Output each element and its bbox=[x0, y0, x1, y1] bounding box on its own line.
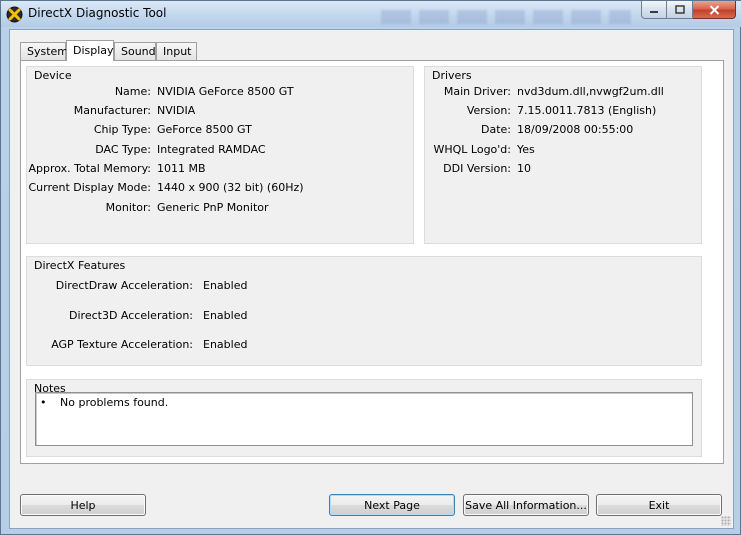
driver-main-value: nvd3dum.dll,nvwgf2um.dll bbox=[517, 85, 664, 98]
caption-buttons bbox=[641, 1, 736, 19]
background-ghost-text bbox=[381, 10, 631, 24]
dialog-client-area: System Display Sound Input Device Name: … bbox=[9, 29, 734, 529]
resize-grip-icon[interactable] bbox=[721, 516, 731, 526]
drivers-group: Drivers Main Driver: nvd3dum.dll,nvwgf2u… bbox=[424, 66, 702, 244]
device-name-value: NVIDIA GeForce 8500 GT bbox=[157, 85, 294, 98]
feature-agp-label: AGP Texture Acceleration: bbox=[51, 338, 193, 351]
device-dac-type-value: Integrated RAMDAC bbox=[157, 143, 266, 156]
directx-x-icon bbox=[6, 6, 23, 23]
device-display-mode-label: Current Display Mode: bbox=[28, 181, 151, 194]
device-memory-label: Approx. Total Memory: bbox=[28, 162, 152, 175]
driver-whql-label: WHQL Logo'd: bbox=[433, 143, 511, 156]
driver-date-value: 18/09/2008 00:55:00 bbox=[517, 123, 634, 136]
note-item: No problems found. bbox=[60, 396, 169, 409]
driver-whql-value: Yes bbox=[517, 143, 535, 156]
exit-button[interactable]: Exit bbox=[596, 494, 722, 516]
drivers-group-title: Drivers bbox=[432, 69, 472, 82]
note-bullet: • bbox=[40, 396, 47, 409]
maximize-icon bbox=[674, 5, 685, 14]
driver-version-label: Version: bbox=[466, 104, 511, 117]
tab-input[interactable]: Input bbox=[156, 42, 197, 60]
next-page-button[interactable]: Next Page bbox=[329, 494, 455, 516]
device-monitor-label: Monitor: bbox=[105, 201, 151, 214]
notes-group: Notes • No problems found. bbox=[26, 379, 702, 457]
feature-direct3d-value: Enabled bbox=[203, 309, 248, 322]
minimize-icon bbox=[650, 10, 658, 13]
title-bar[interactable]: DirectX Diagnostic Tool bbox=[1, 1, 741, 27]
device-chip-type-label: Chip Type: bbox=[93, 123, 151, 136]
dxdiag-window: DirectX Diagnostic Tool System Display S… bbox=[0, 0, 741, 535]
device-display-mode-value: 1440 x 900 (32 bit) (60Hz) bbox=[157, 181, 304, 194]
feature-directdraw-label: DirectDraw Acceleration: bbox=[55, 279, 193, 292]
feature-agp-value: Enabled bbox=[203, 338, 248, 351]
device-chip-type-value: GeForce 8500 GT bbox=[157, 123, 252, 136]
help-button[interactable]: Help bbox=[20, 494, 146, 516]
device-group: Device Name: NVIDIA GeForce 8500 GT Manu… bbox=[26, 66, 414, 244]
close-icon bbox=[709, 4, 719, 15]
window-title: DirectX Diagnostic Tool bbox=[28, 6, 167, 20]
driver-ddi-label: DDI Version: bbox=[443, 162, 511, 175]
device-name-label: Name: bbox=[114, 85, 151, 98]
save-all-information-button[interactable]: Save All Information... bbox=[463, 494, 589, 516]
feature-directdraw-value: Enabled bbox=[203, 279, 248, 292]
minimize-button[interactable] bbox=[641, 1, 667, 19]
device-dac-type-label: DAC Type: bbox=[95, 143, 151, 156]
device-monitor-value: Generic PnP Monitor bbox=[157, 201, 269, 214]
device-manufacturer-label: Manufacturer: bbox=[73, 104, 151, 117]
driver-main-label: Main Driver: bbox=[443, 85, 511, 98]
tab-display[interactable]: Display bbox=[66, 40, 114, 61]
tab-sound[interactable]: Sound bbox=[114, 42, 156, 60]
close-button[interactable] bbox=[693, 1, 736, 19]
driver-ddi-value: 10 bbox=[517, 162, 531, 175]
feature-direct3d-label: Direct3D Acceleration: bbox=[69, 309, 193, 322]
driver-version-value: 7.15.0011.7813 (English) bbox=[517, 104, 657, 117]
notes-textbox[interactable]: • No problems found. bbox=[35, 392, 693, 446]
device-group-title: Device bbox=[34, 69, 72, 82]
maximize-button[interactable] bbox=[667, 1, 693, 19]
device-memory-value: 1011 MB bbox=[157, 162, 206, 175]
features-group-title: DirectX Features bbox=[34, 259, 126, 272]
directx-features-group: DirectX Features DirectDraw Acceleration… bbox=[26, 256, 702, 366]
device-manufacturer-value: NVIDIA bbox=[157, 104, 196, 117]
driver-date-label: Date: bbox=[481, 123, 511, 136]
tab-system[interactable]: System bbox=[20, 42, 68, 60]
display-tab-panel: Device Name: NVIDIA GeForce 8500 GT Manu… bbox=[20, 60, 724, 464]
